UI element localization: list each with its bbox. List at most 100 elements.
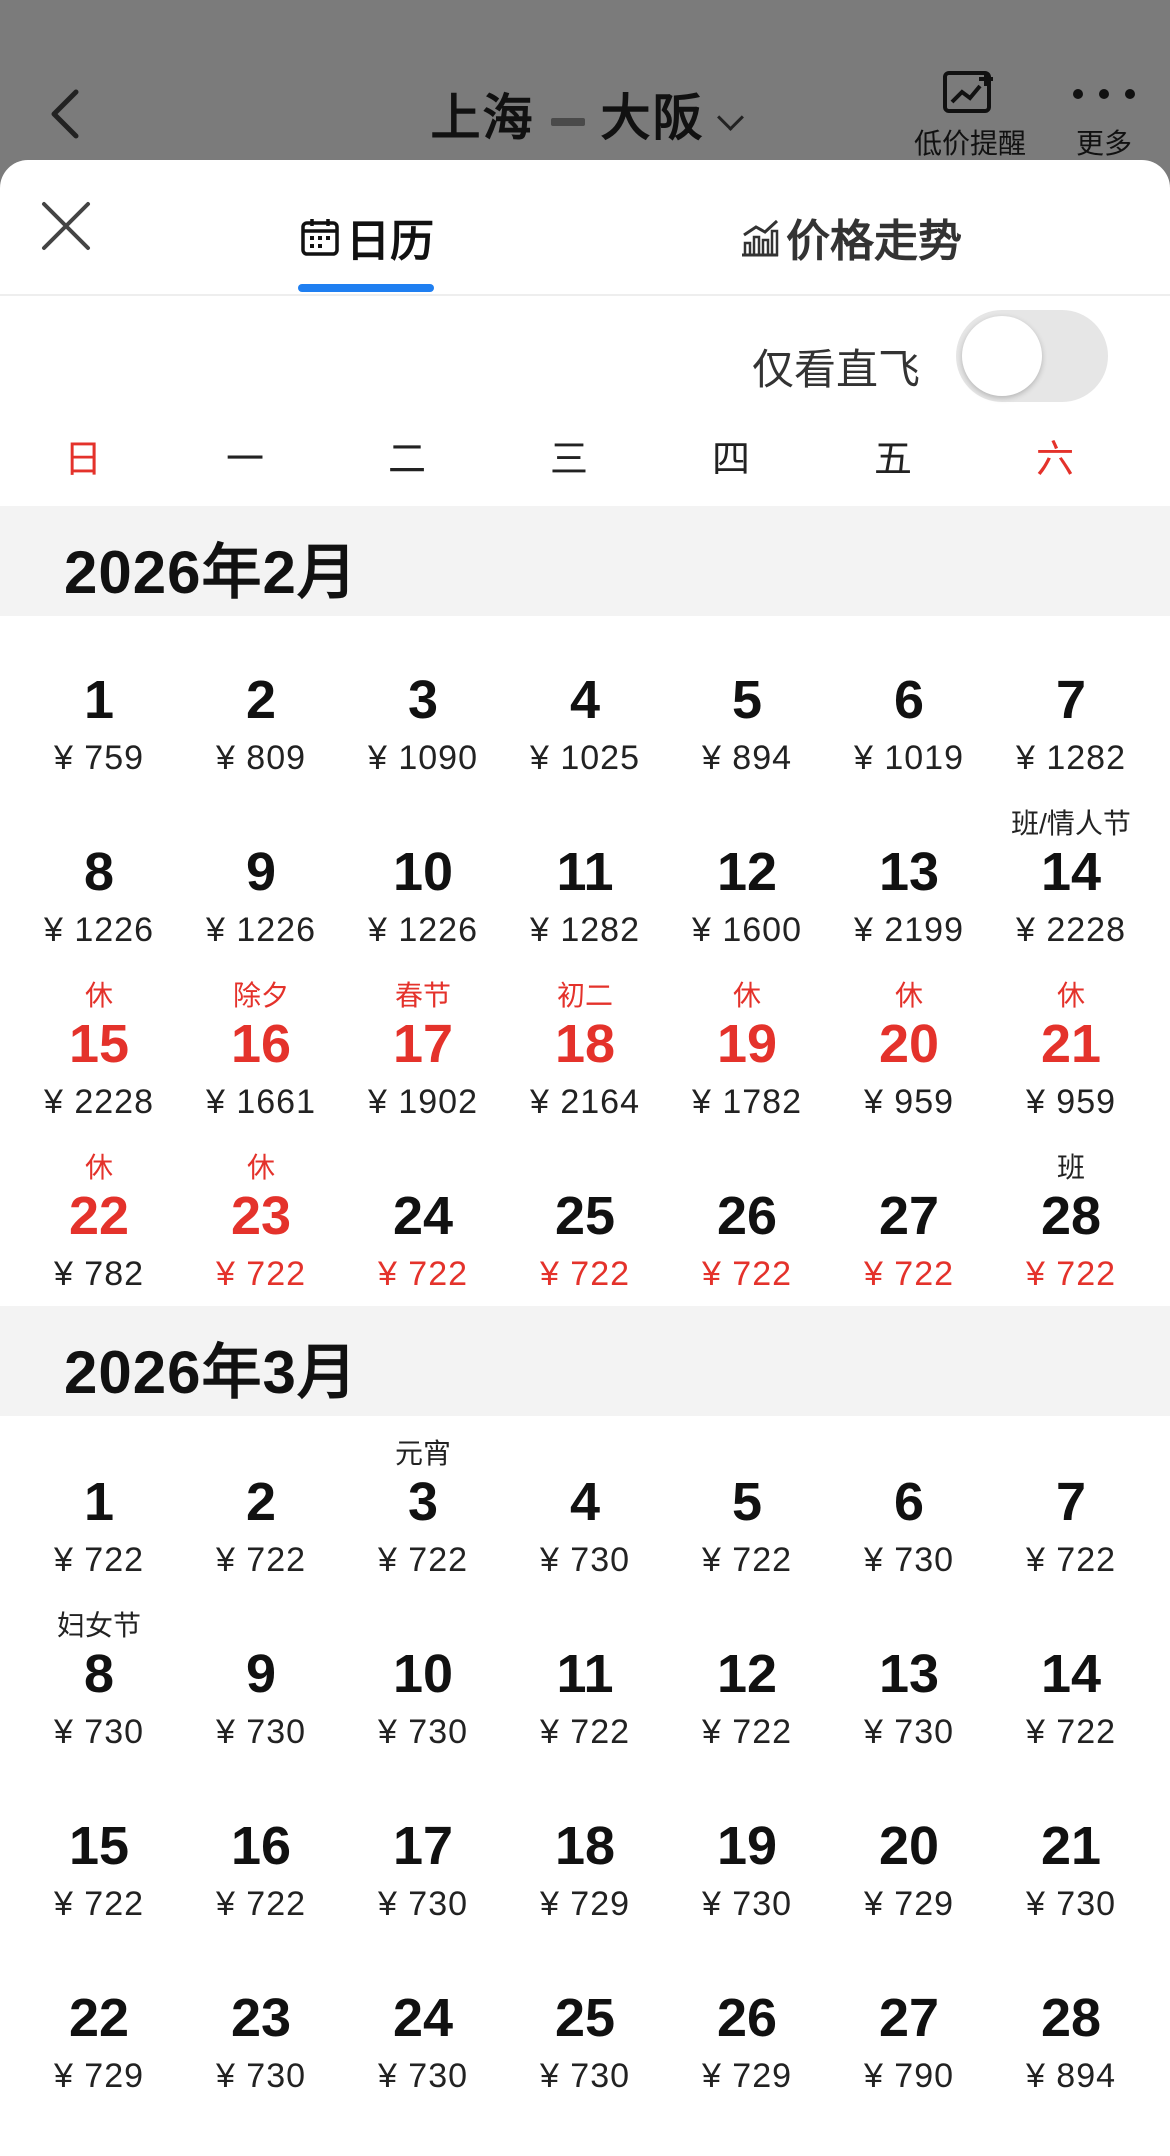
calendar-day-cell[interactable]: 10 ¥ 1226 bbox=[342, 806, 504, 978]
day-price: ¥ 2228 bbox=[1016, 911, 1126, 949]
calendar-day-cell[interactable]: 27 ¥ 722 bbox=[828, 1150, 990, 1322]
calendar-day-cell[interactable]: 7 ¥ 1282 bbox=[990, 634, 1152, 806]
day-price: ¥ 894 bbox=[701, 739, 793, 777]
weekday-tue: 二 bbox=[387, 439, 426, 481]
day-number: 15 bbox=[68, 1816, 130, 1876]
calendar-day-cell[interactable]: 除夕 16 ¥ 1661 bbox=[180, 978, 342, 1150]
tab-price-trend[interactable]: 价格走势 bbox=[740, 202, 962, 272]
direct-only-toggle[interactable] bbox=[956, 310, 1108, 402]
calendar-day-cell[interactable]: 休 20 ¥ 959 bbox=[828, 978, 990, 1150]
calendar-day-cell[interactable]: 2 ¥ 809 bbox=[180, 634, 342, 806]
day-price: ¥ 2164 bbox=[530, 1083, 640, 1121]
calendar-day-cell[interactable]: 1 ¥ 759 bbox=[18, 634, 180, 806]
calendar-day-cell[interactable]: 28 ¥ 894 bbox=[990, 1952, 1152, 2124]
weekday-mon: 一 bbox=[225, 439, 264, 481]
calendar-day-cell[interactable]: 21 ¥ 730 bbox=[990, 1780, 1152, 1952]
day-price: ¥ 1902 bbox=[368, 1083, 478, 1121]
calendar-day-cell[interactable]: 6 ¥ 1019 bbox=[828, 634, 990, 806]
calendar-day-cell[interactable]: 24 ¥ 722 bbox=[342, 1150, 504, 1322]
calendar-day-cell[interactable]: 6 ¥ 730 bbox=[828, 1436, 990, 1608]
calendar-day-cell[interactable]: 9 ¥ 1226 bbox=[180, 806, 342, 978]
calendar-day-cell[interactable]: 19 ¥ 730 bbox=[666, 1780, 828, 1952]
tab-calendar[interactable]: 日历 bbox=[300, 202, 434, 272]
calendar-day-cell[interactable]: 25 ¥ 730 bbox=[504, 1952, 666, 2124]
calendar-day-cell[interactable]: 5 ¥ 722 bbox=[666, 1436, 828, 1608]
day-number: 14 bbox=[1040, 1644, 1102, 1704]
day-price: ¥ 782 bbox=[53, 1255, 145, 1293]
calendar-day-cell[interactable]: 5 ¥ 894 bbox=[666, 634, 828, 806]
close-icon[interactable] bbox=[40, 200, 92, 252]
day-price: ¥ 730 bbox=[53, 1713, 145, 1751]
calendar-day-cell[interactable]: 妇女节 8 ¥ 730 bbox=[18, 1608, 180, 1780]
calendar-day-cell[interactable]: 9 ¥ 730 bbox=[180, 1608, 342, 1780]
calendar-day-cell[interactable]: 11 ¥ 1282 bbox=[504, 806, 666, 978]
day-number: 10 bbox=[392, 1644, 454, 1704]
calendar-day-cell[interactable]: 15 ¥ 722 bbox=[18, 1780, 180, 1952]
day-number: 16 bbox=[230, 1816, 292, 1876]
calendar-day-cell[interactable]: 7 ¥ 722 bbox=[990, 1436, 1152, 1608]
calendar-day-cell[interactable]: 14 ¥ 722 bbox=[990, 1608, 1152, 1780]
calendar-day-cell[interactable]: 2 ¥ 722 bbox=[180, 1436, 342, 1608]
calendar-day-cell[interactable]: 8 ¥ 1226 bbox=[18, 806, 180, 978]
calendar-day-cell[interactable]: 班 28 ¥ 722 bbox=[990, 1150, 1152, 1322]
calendar-day-cell[interactable]: 休 23 ¥ 722 bbox=[180, 1150, 342, 1322]
day-tag: 初二 bbox=[556, 980, 613, 1011]
calendar-day-cell[interactable]: 4 ¥ 1025 bbox=[504, 634, 666, 806]
calendar-day-cell[interactable]: 25 ¥ 722 bbox=[504, 1150, 666, 1322]
calendar-day-cell[interactable]: 12 ¥ 1600 bbox=[666, 806, 828, 978]
price-alert-button[interactable]: 低价提醒 bbox=[906, 66, 1034, 162]
day-number: 18 bbox=[554, 1014, 616, 1074]
calendar-day-cell[interactable]: 26 ¥ 729 bbox=[666, 1952, 828, 2124]
calendar-day-cell[interactable]: 休 21 ¥ 959 bbox=[990, 978, 1152, 1150]
calendar-day-cell[interactable]: 13 ¥ 2199 bbox=[828, 806, 990, 978]
day-number: 22 bbox=[68, 1186, 130, 1246]
day-number: 1 bbox=[83, 1472, 115, 1532]
calendar-icon bbox=[300, 217, 340, 257]
calendar-day-cell[interactable]: 16 ¥ 722 bbox=[180, 1780, 342, 1952]
month-header-feb: 2026年2月 bbox=[0, 506, 1170, 616]
calendar-day-cell[interactable]: 24 ¥ 730 bbox=[342, 1952, 504, 2124]
day-number: 17 bbox=[392, 1816, 454, 1876]
sheet-header: 日历 价格走势 bbox=[0, 160, 1170, 296]
calendar-day-cell[interactable]: 3 ¥ 1090 bbox=[342, 634, 504, 806]
calendar-day-cell[interactable]: 休 15 ¥ 2228 bbox=[18, 978, 180, 1150]
calendar-day-cell[interactable]: 1 ¥ 722 bbox=[18, 1436, 180, 1608]
day-price: ¥ 730 bbox=[539, 2057, 631, 2095]
day-price: ¥ 2228 bbox=[44, 1083, 154, 1121]
calendar-day-cell[interactable]: 10 ¥ 730 bbox=[342, 1608, 504, 1780]
calendar-day-cell[interactable]: 春节 17 ¥ 1902 bbox=[342, 978, 504, 1150]
calendar-day-cell[interactable]: 22 ¥ 729 bbox=[18, 1952, 180, 2124]
day-price: ¥ 722 bbox=[863, 1255, 955, 1293]
day-tag: 休 bbox=[894, 980, 923, 1011]
calendar-day-cell[interactable]: 18 ¥ 729 bbox=[504, 1780, 666, 1952]
calendar-day-cell[interactable]: 13 ¥ 730 bbox=[828, 1608, 990, 1780]
day-number: 24 bbox=[392, 1186, 454, 1246]
day-price: ¥ 729 bbox=[53, 2057, 145, 2095]
day-price: ¥ 722 bbox=[539, 1255, 631, 1293]
calendar-day-cell[interactable]: 27 ¥ 790 bbox=[828, 1952, 990, 2124]
calendar-day-cell[interactable]: 17 ¥ 730 bbox=[342, 1780, 504, 1952]
calendar-day-cell[interactable]: 12 ¥ 722 bbox=[666, 1608, 828, 1780]
day-price: ¥ 722 bbox=[1025, 1255, 1117, 1293]
calendar-day-cell[interactable]: 4 ¥ 730 bbox=[504, 1436, 666, 1608]
trend-chart-icon bbox=[740, 217, 780, 257]
day-number: 4 bbox=[569, 1472, 601, 1532]
more-button[interactable]: 更多 bbox=[1066, 66, 1142, 162]
calendar-day-cell[interactable]: 11 ¥ 722 bbox=[504, 1608, 666, 1780]
calendar-day-cell[interactable]: 休 19 ¥ 1782 bbox=[666, 978, 828, 1150]
calendar-day-cell[interactable]: 元宵 3 ¥ 722 bbox=[342, 1436, 504, 1608]
calendar-day-cell[interactable]: 初二 18 ¥ 2164 bbox=[504, 978, 666, 1150]
calendar-day-cell[interactable]: 23 ¥ 730 bbox=[180, 1952, 342, 2124]
day-tag: 休 bbox=[246, 1152, 275, 1183]
day-number: 7 bbox=[1055, 670, 1087, 730]
calendar-day-cell[interactable]: 26 ¥ 722 bbox=[666, 1150, 828, 1322]
day-number: 20 bbox=[878, 1816, 940, 1876]
day-price: ¥ 730 bbox=[377, 1713, 469, 1751]
day-tag: 休 bbox=[84, 1152, 113, 1183]
day-price: ¥ 790 bbox=[863, 2057, 955, 2095]
day-price: ¥ 1282 bbox=[1016, 739, 1126, 777]
day-price: ¥ 1019 bbox=[854, 739, 964, 777]
calendar-day-cell[interactable]: 休 22 ¥ 782 bbox=[18, 1150, 180, 1322]
calendar-day-cell[interactable]: 班/情人节 14 ¥ 2228 bbox=[990, 806, 1152, 978]
calendar-day-cell[interactable]: 20 ¥ 729 bbox=[828, 1780, 990, 1952]
